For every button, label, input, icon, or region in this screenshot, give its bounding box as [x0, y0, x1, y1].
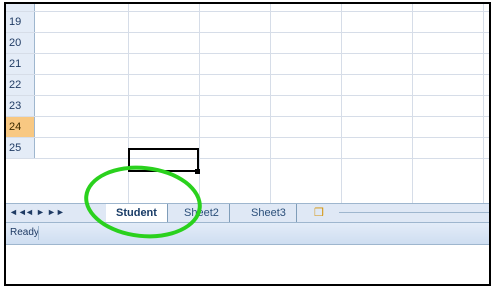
last-sheet-nav-icon[interactable]: ►►: [47, 207, 65, 217]
prev-sheet-nav-icon[interactable]: ◄: [25, 207, 34, 217]
excel-window: 19 20 21 22 23 24 25 ◄◄ ◄ ► ►► Student S…: [4, 2, 491, 286]
row-header-active[interactable]: 24: [6, 117, 35, 137]
column-gridline: [341, 4, 342, 204]
status-text: Ready: [10, 227, 39, 238]
table-row: 23: [6, 96, 489, 117]
sheet-tab-bar: ◄◄ ◄ ► ►► Student Sheet2 Sheet3 ❒: [6, 203, 489, 223]
column-gridline: [270, 4, 271, 204]
fill-handle[interactable]: [195, 169, 200, 174]
row-header[interactable]: 20: [6, 33, 35, 53]
insert-sheet-icon[interactable]: ❒: [314, 206, 324, 219]
row-header[interactable]: 22: [6, 75, 35, 95]
column-gridline: [483, 4, 484, 204]
selected-cell[interactable]: [128, 148, 199, 172]
row-header[interactable]: 21: [6, 54, 35, 74]
row-header[interactable]: 25: [6, 138, 35, 158]
table-row: 20: [6, 33, 489, 54]
status-bar: Ready: [6, 223, 489, 245]
table-row: [6, 4, 489, 12]
table-row: 25: [6, 138, 489, 159]
table-row: 21: [6, 54, 489, 75]
status-divider: [38, 226, 39, 240]
tab-student[interactable]: Student: [106, 204, 168, 222]
row-header[interactable]: [6, 4, 35, 11]
row-header[interactable]: 19: [6, 12, 35, 32]
table-row: 24: [6, 117, 489, 138]
row-header[interactable]: 23: [6, 96, 35, 116]
tab-sheet2[interactable]: Sheet2: [174, 204, 230, 222]
table-row: 22: [6, 75, 489, 96]
worksheet-grid[interactable]: 19 20 21 22 23 24 25: [6, 4, 489, 204]
table-row: 19: [6, 12, 489, 33]
column-gridline: [199, 4, 200, 204]
tab-sheet3[interactable]: Sheet3: [241, 204, 297, 222]
tab-bar-divider: [339, 212, 489, 213]
column-gridline: [412, 4, 413, 204]
column-gridline: [128, 4, 129, 204]
next-sheet-nav-icon[interactable]: ►: [36, 207, 45, 217]
